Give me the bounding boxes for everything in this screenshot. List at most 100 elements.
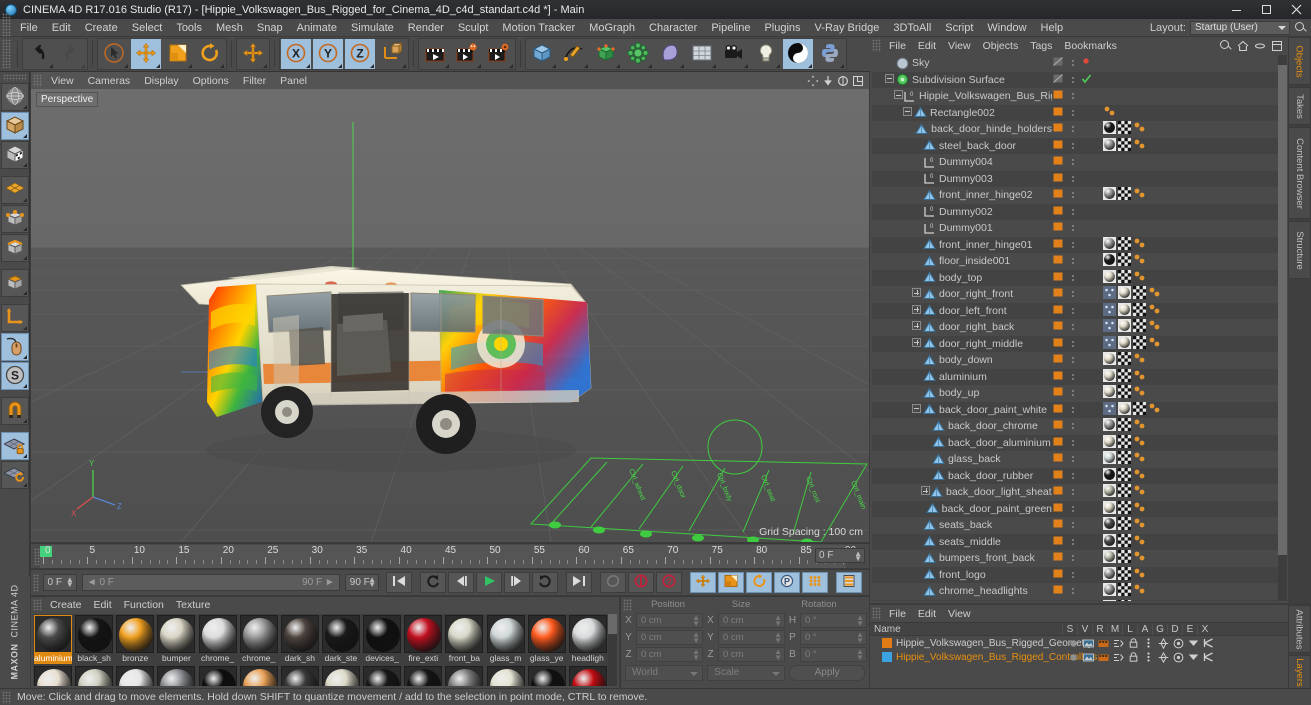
material-swatch[interactable]: dark_ste	[321, 615, 361, 664]
uvw-tag-icon[interactable]	[1118, 566, 1131, 583]
object-layer-swatch[interactable]	[1052, 270, 1065, 286]
uvw-tag-icon[interactable]	[1118, 517, 1131, 533]
object-layer-swatch[interactable]	[1052, 72, 1065, 88]
live-selection-button[interactable]	[99, 39, 129, 69]
object-layer-swatch[interactable]	[1052, 352, 1065, 368]
layer-toggle-l[interactable]	[1126, 638, 1141, 649]
uvw-tag-icon[interactable]	[1118, 451, 1131, 467]
visibility-dots[interactable]	[1068, 436, 1077, 449]
object-layer-swatch[interactable]	[1052, 88, 1065, 104]
search-icon[interactable]	[1219, 39, 1232, 52]
layer-column-s[interactable]: S	[1062, 623, 1077, 635]
menu-item-mesh[interactable]: Mesh	[209, 19, 250, 37]
timeline-track[interactable]: 051015202530354045505560657075808590	[40, 545, 856, 568]
position-input[interactable]: 0 cm ▲ ▼	[636, 613, 703, 628]
keyframe-track-dots-icon[interactable]	[1133, 534, 1148, 550]
play-reverse-button[interactable]	[420, 572, 446, 593]
keyframe-track-dots-icon[interactable]	[1133, 352, 1148, 368]
keyframe-selection-button[interactable]: ?	[656, 572, 682, 593]
play-button[interactable]	[476, 572, 502, 593]
layer-toggle-v[interactable]	[1081, 638, 1096, 649]
material-swatch[interactable]: black_sh	[75, 615, 114, 664]
current-frame-field[interactable]: 0 F ▲ ▼	[42, 574, 77, 591]
keyframe-track-dots-icon[interactable]	[1133, 517, 1148, 533]
object-expander[interactable]	[912, 288, 923, 300]
layer-column-d[interactable]: D	[1167, 623, 1182, 635]
layer-toggle-g[interactable]	[1156, 637, 1171, 649]
menu-item-select[interactable]: Select	[125, 19, 170, 37]
material-tag-icon[interactable]	[1103, 434, 1116, 451]
uvw-tag-icon[interactable]	[1133, 319, 1146, 335]
visibility-dots[interactable]	[1068, 370, 1077, 383]
menu-item-script[interactable]: Script	[938, 19, 980, 37]
keyframe-track-dots-icon[interactable]	[1133, 567, 1148, 583]
material-swatch[interactable]: front_ba	[445, 615, 484, 664]
material-tag-icon[interactable]	[1118, 401, 1131, 418]
material-tag-icon[interactable]	[1103, 517, 1116, 533]
layer-toggle-r[interactable]	[1096, 652, 1111, 663]
size-input[interactable]: 0 cm ▲ ▼	[718, 647, 785, 662]
material-tag-icon[interactable]	[1103, 599, 1116, 601]
object-row[interactable]: back_door_hinde_holders	[872, 121, 1286, 138]
position-input[interactable]: 0 cm ▲ ▼	[636, 647, 703, 662]
keyframe-track-dots-icon[interactable]	[1148, 286, 1163, 302]
uvw-tag-icon[interactable]	[1118, 368, 1131, 385]
layer-toggle-a[interactable]	[1141, 638, 1156, 649]
visibility-dots[interactable]	[1068, 288, 1077, 301]
object-menu-tags[interactable]: Tags	[1024, 40, 1058, 52]
panel-tab-attributes[interactable]: Attributes	[1288, 605, 1311, 653]
layer-toggle-d[interactable]	[1171, 652, 1186, 663]
rotate-button[interactable]	[195, 39, 225, 69]
material-swatch[interactable]: chrome_	[198, 615, 238, 664]
layer-menu-file[interactable]: File	[883, 608, 912, 620]
object-row[interactable]: door_right_back	[872, 319, 1286, 336]
object-row[interactable]: Rectangle002	[872, 104, 1286, 121]
coordinate-system-dropdown[interactable]: World	[625, 665, 704, 681]
visibility-dots[interactable]	[1068, 519, 1077, 532]
uvw-tag-icon[interactable]	[1133, 335, 1146, 352]
viewport-menu-filter[interactable]: Filter	[236, 75, 273, 87]
uvw-tag-icon[interactable]	[1118, 236, 1131, 253]
object-layer-swatch[interactable]	[1052, 121, 1065, 137]
spinner-icon[interactable]: ▲ ▼	[692, 648, 700, 662]
toolbar-grip-handle[interactable]	[2, 39, 11, 69]
material-swatch[interactable]	[404, 666, 443, 686]
material-swatch[interactable]: dark_sh	[280, 615, 320, 664]
material-swatch[interactable]: aluminium	[34, 615, 73, 664]
object-row[interactable]: Subdivision Surface	[872, 71, 1286, 88]
material-tag-icon[interactable]	[1103, 484, 1116, 500]
visibility-dots[interactable]	[1068, 403, 1077, 416]
material-swatch[interactable]: chrome_	[239, 615, 279, 664]
uvw-tag-icon[interactable]	[1118, 137, 1131, 154]
move-world-button[interactable]	[238, 39, 268, 69]
visibility-dots[interactable]	[1068, 420, 1077, 433]
object-layer-swatch[interactable]	[1052, 600, 1065, 601]
object-row[interactable]: steel_back_door	[872, 137, 1286, 154]
layer-toggle-s[interactable]	[1066, 638, 1081, 649]
menu-item-character[interactable]: Character	[642, 19, 704, 37]
object-layer-swatch[interactable]	[1052, 55, 1065, 71]
python-script-button[interactable]	[815, 39, 845, 69]
add-generator-button[interactable]	[591, 39, 621, 69]
menu-item-render[interactable]: Render	[401, 19, 451, 37]
object-row[interactable]: door_right_middle	[872, 335, 1286, 352]
object-layer-swatch[interactable]	[1052, 550, 1065, 566]
object-grip-handle[interactable]	[872, 39, 881, 52]
visibility-dots[interactable]	[1068, 469, 1077, 482]
visibility-dots[interactable]	[1068, 73, 1077, 86]
size-input[interactable]: 0 cm ▲ ▼	[718, 630, 785, 645]
layer-column-r[interactable]: R	[1092, 623, 1107, 635]
viewport-menu-cameras[interactable]: Cameras	[81, 75, 138, 87]
transport-grip-handle[interactable]	[33, 573, 39, 592]
object-layer-swatch[interactable]	[1052, 187, 1065, 203]
object-scrollbar[interactable]	[1278, 55, 1287, 601]
layer-menu-view[interactable]: View	[942, 608, 977, 620]
uvw-tag-icon[interactable]	[1118, 550, 1131, 566]
object-layer-swatch[interactable]	[1052, 105, 1065, 121]
material-tag-icon[interactable]	[1118, 302, 1131, 319]
object-row[interactable]: 0 Hippie_Volkswagen_Bus_Rigged	[872, 88, 1286, 105]
object-layer-swatch[interactable]	[1052, 237, 1065, 253]
keyframe-track-dots-icon[interactable]	[1133, 369, 1148, 385]
keyframe-track-dots-icon[interactable]	[1133, 237, 1148, 253]
point-level-animation-button[interactable]	[802, 572, 828, 593]
